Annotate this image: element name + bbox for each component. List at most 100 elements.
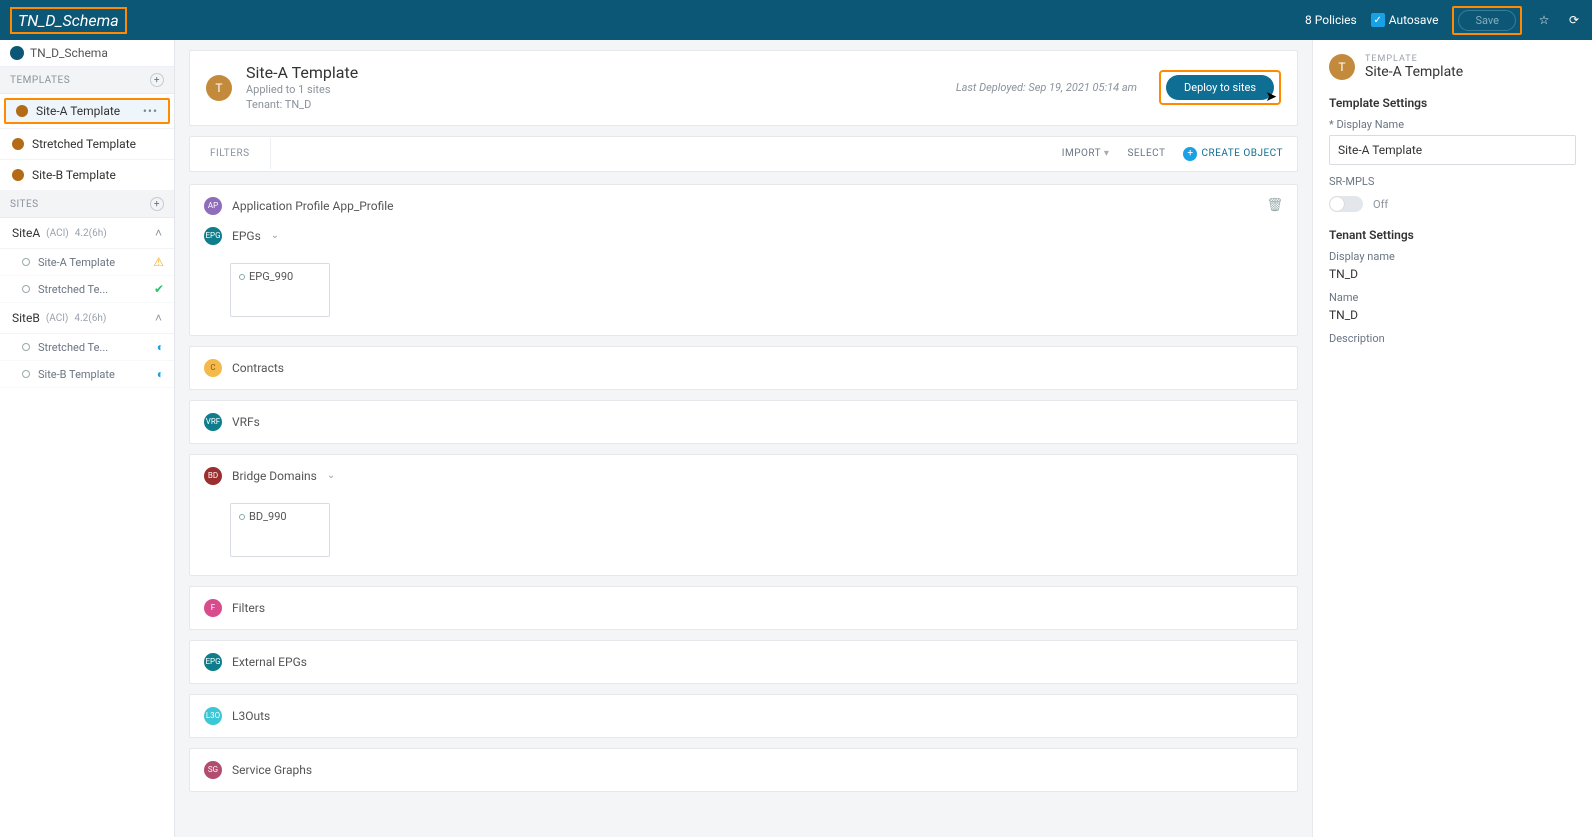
status-warn-icon: ⚠ bbox=[153, 255, 164, 269]
srmpls-toggle[interactable] bbox=[1329, 196, 1363, 212]
sites-header-label: SITES bbox=[10, 199, 39, 210]
template-header: T Site-A Template Applied to 1 sites Ten… bbox=[189, 50, 1298, 126]
sub-item-label: Stretched Te... bbox=[38, 341, 108, 354]
trash-icon[interactable]: 🗑 bbox=[1266, 198, 1283, 213]
app-profile-label[interactable]: Application Profile App_Profile bbox=[232, 199, 394, 213]
template-tenant: Tenant: TN_D bbox=[246, 97, 358, 112]
filters-label: FILTERS bbox=[190, 138, 271, 169]
breadcrumb[interactable]: TN_D_Schema bbox=[0, 40, 174, 67]
ext-epg-label: External EPGs bbox=[232, 655, 307, 669]
save-button[interactable]: Save bbox=[1458, 10, 1516, 31]
more-icon[interactable]: ••• bbox=[143, 104, 158, 118]
site-meta: 4.2(6h) bbox=[74, 313, 106, 324]
chevron-up-icon: ˄ bbox=[155, 311, 162, 325]
template-label: Site-A Template bbox=[36, 104, 120, 118]
status-loading-icon: ◐ bbox=[157, 367, 164, 381]
template-label: Site-B Template bbox=[32, 168, 116, 182]
bd-card-label: BD_990 bbox=[249, 510, 287, 523]
template-dot-icon bbox=[16, 105, 28, 117]
pin-icon bbox=[22, 285, 30, 293]
l3out-icon: L3O bbox=[204, 707, 222, 725]
section-bridge-domains: BD Bridge Domains ⌄ BD_990 bbox=[189, 454, 1298, 576]
site-sub-item[interactable]: Stretched Te... ◐ bbox=[0, 334, 174, 361]
templates-header: TEMPLATES + bbox=[0, 67, 174, 94]
display-name-label: * Display Name bbox=[1329, 118, 1576, 131]
bd-icon: BD bbox=[204, 467, 222, 485]
template-avatar-icon: T bbox=[1329, 54, 1355, 80]
site-meta: (ACI) bbox=[46, 228, 69, 239]
template-item-stretched[interactable]: Stretched Template bbox=[0, 129, 174, 160]
site-head-b[interactable]: SiteB (ACI) 4.2(6h) ˄ bbox=[0, 303, 174, 334]
display-name-input[interactable] bbox=[1329, 135, 1576, 165]
add-site-icon[interactable]: + bbox=[150, 197, 164, 211]
top-bar: TN_D_Schema 8 Policies ✓ Autosave Save ☆… bbox=[0, 0, 1592, 40]
plus-icon: + bbox=[1183, 147, 1197, 161]
chevron-down-icon[interactable]: ⌄ bbox=[271, 230, 279, 241]
section-contracts[interactable]: C Contracts bbox=[189, 346, 1298, 390]
deploy-button[interactable]: Deploy to sites bbox=[1166, 75, 1274, 100]
vrfs-label: VRFs bbox=[232, 415, 260, 429]
deploy-highlight: Deploy to sites ➤ bbox=[1159, 70, 1281, 105]
breadcrumb-label: TN_D_Schema bbox=[30, 46, 108, 60]
autosave-toggle[interactable]: ✓ Autosave bbox=[1371, 13, 1439, 27]
refresh-icon[interactable]: ⟳ bbox=[1566, 12, 1582, 28]
status-ok-icon: ✔ bbox=[154, 282, 164, 296]
sites-header: SITES + bbox=[0, 191, 174, 218]
tenant-display-name-value: TN_D bbox=[1329, 267, 1576, 281]
section-service-graphs[interactable]: SG Service Graphs bbox=[189, 748, 1298, 792]
template-settings-title: Template Settings bbox=[1329, 96, 1576, 110]
section-external-epgs[interactable]: EPG External EPGs bbox=[189, 640, 1298, 684]
status-loading-icon: ◐ bbox=[157, 340, 164, 354]
template-title: Site-A Template bbox=[246, 63, 358, 82]
last-deployed: Last Deployed: Sep 19, 2021 05:14 am bbox=[956, 81, 1137, 94]
tenant-settings-title: Tenant Settings bbox=[1329, 228, 1576, 242]
site-sub-item[interactable]: Site-A Template ⚠ bbox=[0, 249, 174, 276]
epg-card-label: EPG_990 bbox=[249, 270, 293, 283]
chevron-down-icon[interactable]: ⌄ bbox=[327, 470, 335, 481]
filter-input[interactable] bbox=[271, 137, 1048, 171]
tenant-display-name-label: Display name bbox=[1329, 250, 1576, 263]
check-icon: ✓ bbox=[1371, 13, 1385, 27]
templates-header-label: TEMPLATES bbox=[10, 75, 70, 86]
template-item-site-a[interactable]: Site-A Template ••• bbox=[0, 94, 174, 129]
site-sub-item[interactable]: Site-B Template ◐ bbox=[0, 361, 174, 388]
site-meta: 4.2(6h) bbox=[75, 228, 107, 239]
site-name: SiteA bbox=[12, 226, 40, 240]
section-vrfs[interactable]: VRF VRFs bbox=[189, 400, 1298, 444]
bd-card[interactable]: BD_990 bbox=[230, 503, 330, 557]
tenant-desc-label: Description bbox=[1329, 332, 1576, 345]
schema-title: TN_D_Schema bbox=[10, 7, 127, 34]
panel-kicker: TEMPLATE bbox=[1365, 54, 1463, 64]
create-object-button[interactable]: + CREATE OBJECT bbox=[1183, 147, 1283, 161]
site-head-a[interactable]: SiteA (ACI) 4.2(6h) ˄ bbox=[0, 218, 174, 249]
filters-icon: F bbox=[204, 599, 222, 617]
pin-icon bbox=[22, 370, 30, 378]
chevron-up-icon: ˄ bbox=[155, 226, 162, 240]
site-meta: (ACI) bbox=[46, 313, 69, 324]
star-icon[interactable]: ☆ bbox=[1536, 12, 1552, 28]
bd-label[interactable]: Bridge Domains bbox=[232, 469, 317, 483]
epgs-label[interactable]: EPGs bbox=[232, 229, 261, 243]
contracts-icon: C bbox=[204, 359, 222, 377]
site-sub-item[interactable]: Stretched Te... ✔ bbox=[0, 276, 174, 303]
section-filters[interactable]: F Filters bbox=[189, 586, 1298, 630]
epg-card[interactable]: EPG_990 bbox=[230, 263, 330, 317]
sub-item-label: Site-A Template bbox=[38, 256, 115, 269]
section-l3outs[interactable]: L3O L3Outs bbox=[189, 694, 1298, 738]
template-item-site-b[interactable]: Site-B Template bbox=[0, 160, 174, 191]
sg-icon: SG bbox=[204, 761, 222, 779]
select-action[interactable]: SELECT bbox=[1127, 148, 1165, 159]
main-content: T Site-A Template Applied to 1 sites Ten… bbox=[175, 40, 1312, 837]
globe-icon bbox=[10, 46, 24, 60]
create-label: CREATE OBJECT bbox=[1201, 148, 1283, 159]
vrf-icon: VRF bbox=[204, 413, 222, 431]
save-highlight: Save bbox=[1452, 6, 1522, 35]
add-template-icon[interactable]: + bbox=[150, 73, 164, 87]
epg-icon: EPG bbox=[204, 227, 222, 245]
contracts-label: Contracts bbox=[232, 361, 284, 375]
pin-icon bbox=[22, 343, 30, 351]
pin-icon bbox=[239, 274, 245, 280]
import-menu[interactable]: IMPORT bbox=[1062, 148, 1110, 159]
policies-count[interactable]: 8 Policies bbox=[1305, 13, 1357, 27]
sub-item-label: Site-B Template bbox=[38, 368, 115, 381]
